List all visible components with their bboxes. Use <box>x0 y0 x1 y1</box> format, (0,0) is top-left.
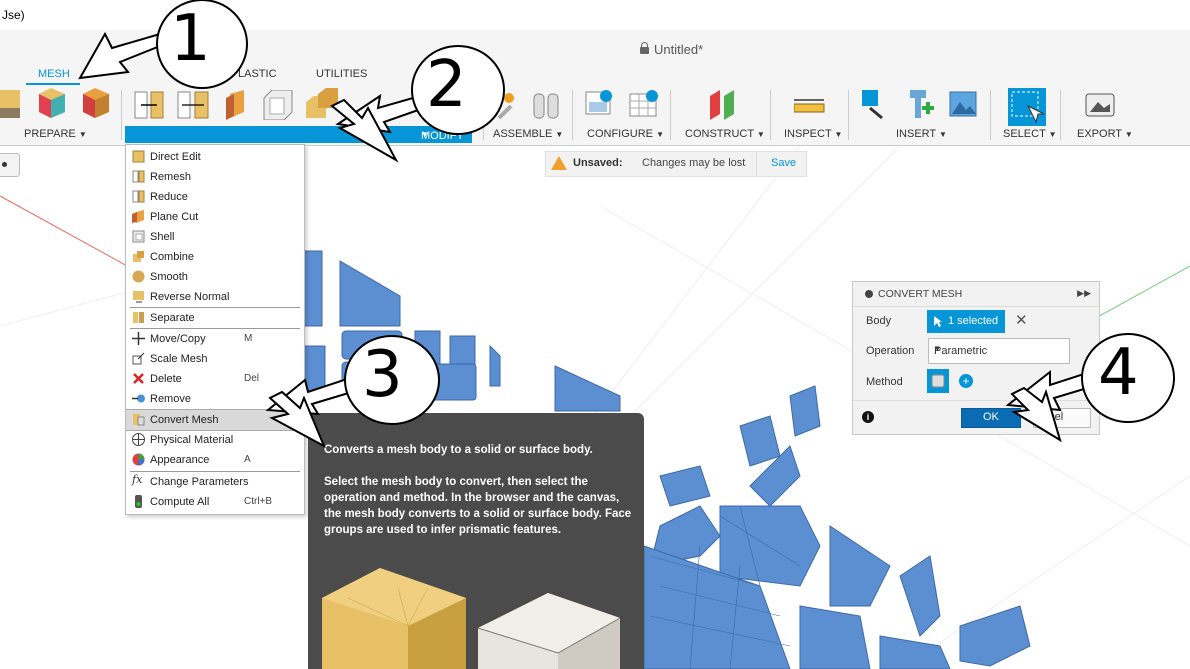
callout-3: 3 <box>362 338 403 412</box>
callout-overlay <box>78 0 1175 449</box>
callout-4: 4 <box>1098 336 1139 410</box>
callout-2: 2 <box>426 48 467 122</box>
callout-1: 1 <box>170 2 211 76</box>
